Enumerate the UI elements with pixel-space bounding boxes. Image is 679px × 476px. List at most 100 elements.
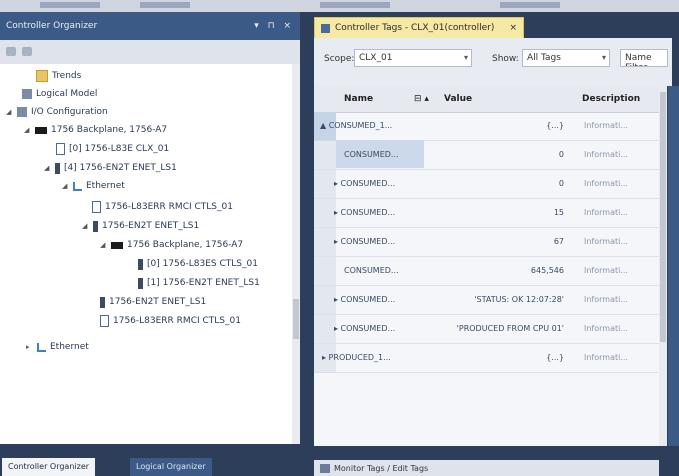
- tree-item-io-configuration[interactable]: ◢ I/O Configuration: [6, 104, 108, 120]
- table-row[interactable]: ▸ CONSUMED... 67 Informati...: [314, 228, 659, 257]
- tree-item-remote-controller[interactable]: [0] 1756-L83ES CTLS_01: [138, 256, 258, 272]
- row-header[interactable]: [314, 257, 336, 285]
- tree-item-trends[interactable]: Trends: [36, 68, 81, 84]
- panel-window-controls[interactable]: ▾ ⊓ ×: [254, 21, 294, 31]
- document-tab[interactable]: Controller Tags - CLX_01(controller) ×: [314, 17, 524, 39]
- table-row[interactable]: CONSUMED... 645,546 Informati...: [314, 257, 659, 286]
- tree-item-ethernet[interactable]: ◢ Ethernet: [62, 178, 125, 194]
- tab-logical-organizer[interactable]: Logical Organizer: [130, 458, 212, 476]
- tag-value[interactable]: 645,546: [454, 266, 564, 275]
- row-header[interactable]: [314, 315, 336, 343]
- tag-description[interactable]: Informati...: [584, 237, 628, 246]
- row-header[interactable]: [314, 228, 336, 256]
- expand-all-icon[interactable]: [22, 47, 32, 56]
- tag-value[interactable]: 67: [454, 237, 564, 246]
- scrollbar-thumb[interactable]: [660, 92, 666, 342]
- tag-view-tab-label[interactable]: Monitor Tags / Edit Tags: [334, 464, 428, 473]
- tag-value[interactable]: 'PRODUCED FROM CPU 01': [454, 324, 564, 333]
- tree-item-label: 1756 Backplane, 1756-A7: [51, 125, 168, 135]
- tag-value[interactable]: 0: [454, 150, 564, 159]
- tree-item-label: Ethernet: [50, 342, 89, 352]
- tag-description[interactable]: Informati...: [584, 121, 628, 130]
- tree-item-enet-adapter[interactable]: 1756-EN2T ENET_LS1: [100, 294, 206, 310]
- tag-value[interactable]: {...}: [454, 353, 564, 362]
- row-header[interactable]: [314, 141, 336, 169]
- scope-select[interactable]: CLX_01 ▾: [354, 49, 472, 67]
- row-header[interactable]: [314, 170, 336, 198]
- collapse-arrow-icon[interactable]: ◢: [100, 241, 108, 249]
- table-row[interactable]: ▸ CONSUMED... 'STATUS: OK 12:07:28' Info…: [314, 286, 659, 315]
- chassis-icon: [111, 241, 123, 249]
- tab-controller-organizer[interactable]: Controller Organizer: [2, 458, 96, 476]
- tree-item-controller[interactable]: [0] 1756-L83E CLX_01: [56, 141, 169, 157]
- menu-block: [140, 2, 190, 8]
- collapse-arrow-icon[interactable]: ◢: [6, 108, 14, 116]
- tree-item-safety-partner[interactable]: 1756-L83ERR RMCI CTLS_01: [100, 313, 241, 329]
- show-label: Show:: [492, 54, 519, 64]
- table-row[interactable]: ▸ CONSUMED... 'PRODUCED FROM CPU 01' Inf…: [314, 315, 659, 344]
- row-header[interactable]: [314, 199, 336, 227]
- column-header-description[interactable]: Description: [582, 94, 640, 104]
- tag-value[interactable]: {...}: [454, 121, 564, 130]
- tree-scrollbar[interactable]: [292, 64, 300, 444]
- tag-description[interactable]: Informati...: [584, 150, 628, 159]
- collapse-arrow-icon[interactable]: ◢: [82, 222, 90, 230]
- tree-item-label: Ethernet: [86, 181, 125, 191]
- ethernet-icon: [37, 342, 46, 352]
- sort-icon[interactable]: ⊟ ▴: [414, 94, 429, 104]
- tag-description[interactable]: Informati...: [584, 295, 628, 304]
- monitor-tags-icon: [320, 463, 330, 473]
- tree-item-enet-module[interactable]: ◢ [4] 1756-EN2T ENET_LS1: [44, 160, 177, 176]
- expand-arrow-icon[interactable]: ▸: [26, 343, 34, 351]
- collapse-arrow-icon[interactable]: ◢: [44, 164, 52, 172]
- tree-item-safety-controller[interactable]: 1756-L83ERR RMCI CTLS_01: [92, 199, 233, 215]
- folder-icon: [36, 70, 48, 82]
- name-filter-input[interactable]: Enter Name Filter...: [620, 49, 668, 67]
- tree-item-remote-enet[interactable]: ◢ 1756-EN2T ENET_LS1: [82, 218, 199, 234]
- tag-description[interactable]: Informati...: [584, 208, 628, 217]
- scope-label: Scope:: [324, 54, 355, 64]
- close-icon[interactable]: ×: [509, 23, 517, 33]
- tag-value[interactable]: 'STATUS: OK 12:07:28': [454, 295, 564, 304]
- tree-item-ethernet-root[interactable]: ▸ Ethernet: [26, 339, 89, 355]
- collapse-all-icon[interactable]: [6, 47, 16, 56]
- tag-name: CONSUMED...: [344, 266, 399, 275]
- table-row[interactable]: ▸ PRODUCED_1... {...} Informati...: [314, 344, 659, 373]
- table-row[interactable]: ▸ CONSUMED... 15 Informati...: [314, 199, 659, 228]
- tag-value[interactable]: 15: [454, 208, 564, 217]
- show-select[interactable]: All Tags ▾: [522, 49, 610, 67]
- row-header[interactable]: [314, 286, 336, 314]
- module-icon: [138, 258, 143, 270]
- tag-editor-panel: Controller Tags - CLX_01(controller) × S…: [306, 12, 679, 476]
- tag-description[interactable]: Informati...: [584, 353, 628, 362]
- tag-description[interactable]: Informati...: [584, 179, 628, 188]
- logical-model-icon: [22, 89, 32, 99]
- collapse-arrow-icon[interactable]: ◢: [24, 126, 32, 134]
- tree-item-backplane[interactable]: ◢ 1756 Backplane, 1756-A7: [24, 122, 167, 138]
- table-row[interactable]: ▲ CONSUMED_1... {...} Informati...: [314, 112, 659, 168]
- column-header-value[interactable]: Value: [444, 94, 472, 104]
- side-panel-strip[interactable]: [668, 86, 679, 446]
- tree-item-label: [1] 1756-EN2T ENET_LS1: [147, 278, 260, 288]
- scrollbar-thumb[interactable]: [293, 299, 299, 339]
- tree-item-logical-model[interactable]: Logical Model: [22, 86, 97, 102]
- tag-grid: Name ⊟ ▴ Value Description ▲ CONSUMED_1.…: [314, 86, 659, 446]
- tag-name-cell[interactable]: ▸ PRODUCED_1...: [314, 353, 424, 400]
- name-filter-placeholder: Enter Name Filter...: [625, 50, 655, 66]
- table-row[interactable]: ▸ CONSUMED... 0 Informati...: [314, 170, 659, 199]
- grid-scrollbar[interactable]: [659, 86, 667, 446]
- tag-value[interactable]: 0: [454, 179, 564, 188]
- tree-item-remote-backplane[interactable]: ◢ 1756 Backplane, 1756-A7: [100, 237, 243, 253]
- tag-description[interactable]: Informati...: [584, 324, 628, 333]
- panel-header: Controller Organizer ▾ ⊓ ×: [0, 12, 300, 40]
- tree-item-label: [0] 1756-L83ES CTLS_01: [147, 259, 258, 269]
- column-header-name[interactable]: Name: [344, 94, 373, 104]
- tree-item-remote-enet-slot1[interactable]: [1] 1756-EN2T ENET_LS1: [138, 275, 260, 291]
- tag-description[interactable]: Informati...: [584, 266, 628, 275]
- tag-name: ▸ CONSUMED...: [334, 324, 396, 333]
- module-icon: [93, 220, 98, 232]
- collapse-arrow-icon[interactable]: ◢: [62, 182, 70, 190]
- table-row[interactable]: CONSUMED... 0 Informati...: [314, 141, 659, 170]
- organizer-tree: Trends Logical Model ◢ I/O Configuration…: [0, 64, 292, 444]
- tree-item-label: 1756-EN2T ENET_LS1: [102, 221, 200, 231]
